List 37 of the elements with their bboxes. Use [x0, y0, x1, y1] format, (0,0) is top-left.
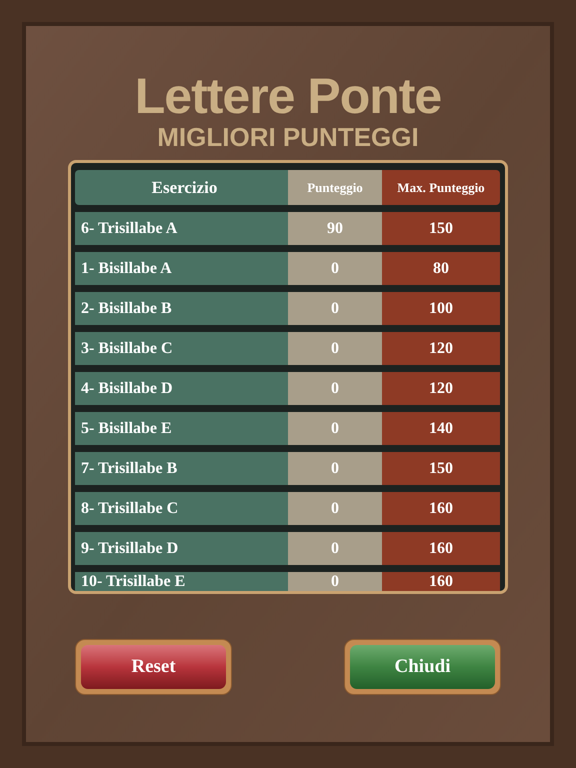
table-cell: 3- Bisillabe C	[75, 332, 288, 365]
table-cell: 100	[382, 292, 500, 325]
table-cell: 8- Trisillabe C	[75, 492, 288, 525]
table-cell: 160	[382, 492, 500, 525]
reset-button[interactable]: Reset	[81, 645, 226, 689]
table-cell: 0	[288, 572, 382, 591]
table-cell: 0	[288, 252, 382, 285]
table-cell: 0	[288, 412, 382, 445]
close-button[interactable]: Chiudi	[350, 645, 495, 689]
table-cell: 6- Trisillabe A	[75, 212, 288, 245]
table-cell: 160	[382, 572, 500, 591]
table-cell: 0	[288, 332, 382, 365]
table-cell: 0	[288, 372, 382, 405]
table-cell: 120	[382, 372, 500, 405]
table-cell: 160	[382, 532, 500, 565]
table-cell: 0	[288, 452, 382, 485]
table-cell: 150	[382, 212, 500, 245]
column-header: Esercizio	[75, 170, 288, 205]
table-cell: 2- Bisillabe B	[75, 292, 288, 325]
table-cell: 150	[382, 452, 500, 485]
table-cell: 0	[288, 492, 382, 525]
table-cell: 120	[382, 332, 500, 365]
table-cell: 5- Bisillabe E	[75, 412, 288, 445]
column-header: Max. Punteggio	[382, 170, 500, 205]
table-cell: 4- Bisillabe D	[75, 372, 288, 405]
table-cell: 140	[382, 412, 500, 445]
table-cell: 90	[288, 212, 382, 245]
column-header: Punteggio	[288, 170, 382, 205]
table-cell: 0	[288, 292, 382, 325]
app-title: Lettere Ponte	[134, 70, 442, 122]
table-cell: 9- Trisillabe D	[75, 532, 288, 565]
table-cell: 1- Bisillabe A	[75, 252, 288, 285]
subtitle: MIGLIORI PUNTEGGI	[157, 122, 419, 152]
table-cell: 0	[288, 532, 382, 565]
table-cell: 10- Trisillabe E	[75, 572, 288, 591]
table-cell: 80	[382, 252, 500, 285]
table-cell: 7- Trisillabe B	[75, 452, 288, 485]
